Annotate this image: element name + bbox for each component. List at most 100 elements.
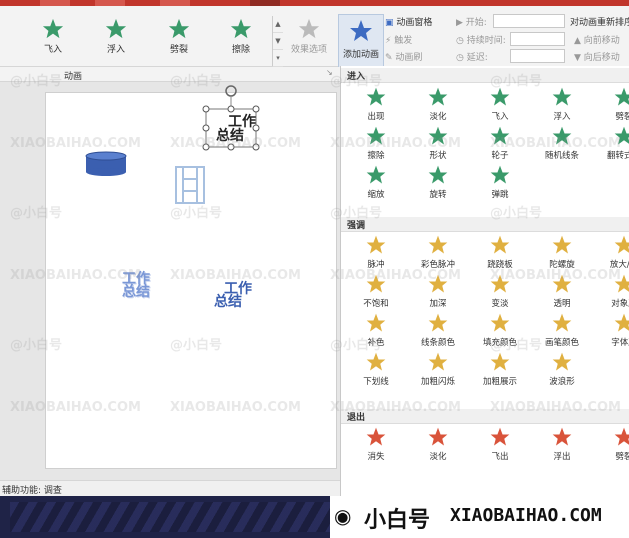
animation-item-emphasis[interactable]: 变淡 — [469, 271, 531, 311]
animation-item-emphasis[interactable]: 下划线 — [345, 349, 407, 389]
star-icon — [365, 234, 387, 255]
animation-item-emphasis[interactable]: 陀螺旋 — [531, 232, 593, 272]
star-icon — [489, 86, 511, 107]
dialog-launcher-icon[interactable]: ↘ — [326, 68, 333, 77]
animation-item-emphasis[interactable]: 脉冲 — [345, 232, 407, 272]
animation-item-label: 随机线条 — [544, 151, 579, 161]
star-icon — [489, 234, 511, 255]
animation-item-emphasis[interactable]: 线条颜色 — [407, 310, 469, 350]
desktop-background — [0, 496, 340, 538]
animation-item-label: 变淡 — [491, 299, 509, 309]
star-icon — [489, 426, 511, 447]
add-star-icon — [350, 20, 372, 41]
animation-item-emphasis[interactable]: 跷跷板 — [469, 232, 531, 272]
star-icon — [613, 273, 629, 294]
scroll-down-icon[interactable]: ▼ — [273, 33, 283, 50]
animation-item-emphasis[interactable]: 波浪形 — [531, 349, 593, 389]
animation-item-emphasis[interactable]: 放大/缩 — [593, 232, 629, 272]
scroll-up-icon[interactable]: ▲ — [273, 16, 283, 33]
gallery-float-in[interactable]: 浮入 — [85, 14, 147, 64]
star-icon — [427, 164, 449, 185]
star-icon — [427, 351, 449, 372]
animation-item-entrance[interactable]: 弹跳 — [469, 162, 531, 202]
duration-input[interactable] — [510, 32, 565, 46]
animation-item-exit[interactable]: 劈裂 — [593, 424, 629, 464]
animation-item-label: 补色 — [367, 338, 385, 348]
animation-item-entrance[interactable]: 擦除 — [345, 123, 407, 163]
animation-item-entrance[interactable]: 轮子 — [469, 123, 531, 163]
animation-item-entrance[interactable]: 飞入 — [469, 84, 531, 124]
gallery-label: 浮入 — [106, 45, 125, 55]
section-entrance: 进入 — [341, 68, 629, 83]
trigger-label: 触发 — [394, 36, 413, 46]
text-box[interactable]: 工作 总结 — [214, 282, 252, 309]
star-icon — [551, 86, 573, 107]
gallery-fly-in[interactable]: 飞入 — [22, 14, 84, 64]
gallery-split[interactable]: 劈裂 — [148, 14, 210, 64]
animation-item-label: 放大/缩 — [609, 260, 629, 270]
animation-item-exit[interactable]: 飞出 — [469, 424, 531, 464]
animation-item-label: 下划线 — [363, 377, 389, 387]
delay-input[interactable] — [510, 49, 565, 63]
trigger-button[interactable]: ⚡ 触发 — [385, 33, 412, 46]
star-icon — [427, 86, 449, 107]
brand-name: 小白号 — [364, 508, 431, 533]
gallery-wipe[interactable]: 擦除 — [210, 14, 272, 64]
animation-pane-button[interactable]: ▣ 动画窗格 — [385, 15, 432, 28]
animation-item-emphasis[interactable]: 补色 — [345, 310, 407, 350]
animation-item-emphasis[interactable]: 加粗闪烁 — [407, 349, 469, 389]
ribbon: 飞入 浮入 劈裂 擦除 ▲ ▼ ▾ 效果选项 添加动画 ▣ 动画窗格 ⚡ 触发 … — [0, 6, 629, 74]
star-icon — [365, 125, 387, 146]
animation-item-emphasis[interactable]: 加粗展示 — [469, 349, 531, 389]
animation-item-label: 陀螺旋 — [549, 260, 575, 270]
animation-item-emphasis[interactable]: 对象颜 — [593, 271, 629, 311]
slide[interactable]: 工作 总结 工作 总结 工作 总结 — [45, 85, 337, 469]
animation-item-label: 加粗展示 — [482, 377, 517, 387]
gallery-more-icon[interactable]: ▾ — [273, 50, 283, 67]
animation-item-label: 画笔颜色 — [544, 338, 579, 348]
animation-item-entrance[interactable]: 翻转式由 — [593, 123, 629, 163]
animation-item-label: 浮出 — [553, 452, 571, 462]
animation-item-emphasis[interactable]: 字体颜 — [593, 310, 629, 350]
star-icon — [551, 351, 573, 372]
animation-painter-label: 动画刷 — [395, 53, 423, 63]
animation-item-entrance[interactable]: 随机线条 — [531, 123, 593, 163]
animation-item-entrance[interactable]: 形状 — [407, 123, 469, 163]
wallpaper-pattern — [10, 502, 330, 532]
section-exit: 退出 — [341, 409, 629, 424]
selected-text-box[interactable]: 工作 总结 — [216, 115, 256, 143]
start-select[interactable] — [493, 14, 565, 28]
gallery-scroll[interactable]: ▲ ▼ ▾ — [272, 16, 283, 67]
animation-item-label: 劈裂 — [615, 452, 629, 462]
animation-item-exit[interactable]: 消失 — [345, 424, 407, 464]
animation-item-entrance[interactable]: 缩放 — [345, 162, 407, 202]
animation-item-entrance[interactable]: 出现 — [345, 84, 407, 124]
animation-item-emphasis[interactable]: 彩色脉冲 — [407, 232, 469, 272]
animation-item-entrance[interactable]: 浮入 — [531, 84, 593, 124]
animation-item-emphasis[interactable]: 加深 — [407, 271, 469, 311]
animation-item-entrance[interactable]: 劈裂 — [593, 84, 629, 124]
animation-item-emphasis[interactable]: 透明 — [531, 271, 593, 311]
film-strip-shape[interactable] — [174, 165, 206, 205]
animation-item-entrance[interactable]: 旋转 — [407, 162, 469, 202]
animation-item-emphasis[interactable]: 不饱和 — [345, 271, 407, 311]
animation-item-emphasis[interactable]: 画笔颜色 — [531, 310, 593, 350]
effect-options-button[interactable]: 效果选项 — [286, 14, 332, 66]
accessibility-status[interactable]: 辅助功能: 调查 — [2, 483, 62, 496]
move-earlier-button[interactable]: ▲ 向前移动 — [574, 33, 620, 46]
star-icon — [427, 273, 449, 294]
animation-item-label: 字体颜 — [611, 338, 629, 348]
animation-item-label: 彩色脉冲 — [420, 260, 455, 270]
add-animation-button[interactable]: 添加动画 — [338, 14, 384, 74]
move-later-button[interactable]: ▼ 向后移动 — [574, 50, 620, 63]
animation-painter-button[interactable]: ✎ 动画刷 — [385, 50, 422, 63]
animation-item-emphasis[interactable]: 填充颜色 — [469, 310, 531, 350]
animation-item-entrance[interactable]: 淡化 — [407, 84, 469, 124]
animation-item-label: 劈裂 — [615, 112, 629, 122]
animation-item-exit[interactable]: 浮出 — [531, 424, 593, 464]
animation-dropdown: 进入 强调 退出 出现淡化飞入浮入劈裂擦除形状轮子随机线条翻转式由缩放旋转弹跳脉… — [340, 66, 629, 496]
animation-item-exit[interactable]: 淡化 — [407, 424, 469, 464]
text-box[interactable]: 工作 总结 — [122, 272, 150, 299]
cylinder-shape[interactable] — [84, 151, 128, 177]
lightning-icon: ⚡ — [385, 36, 392, 46]
